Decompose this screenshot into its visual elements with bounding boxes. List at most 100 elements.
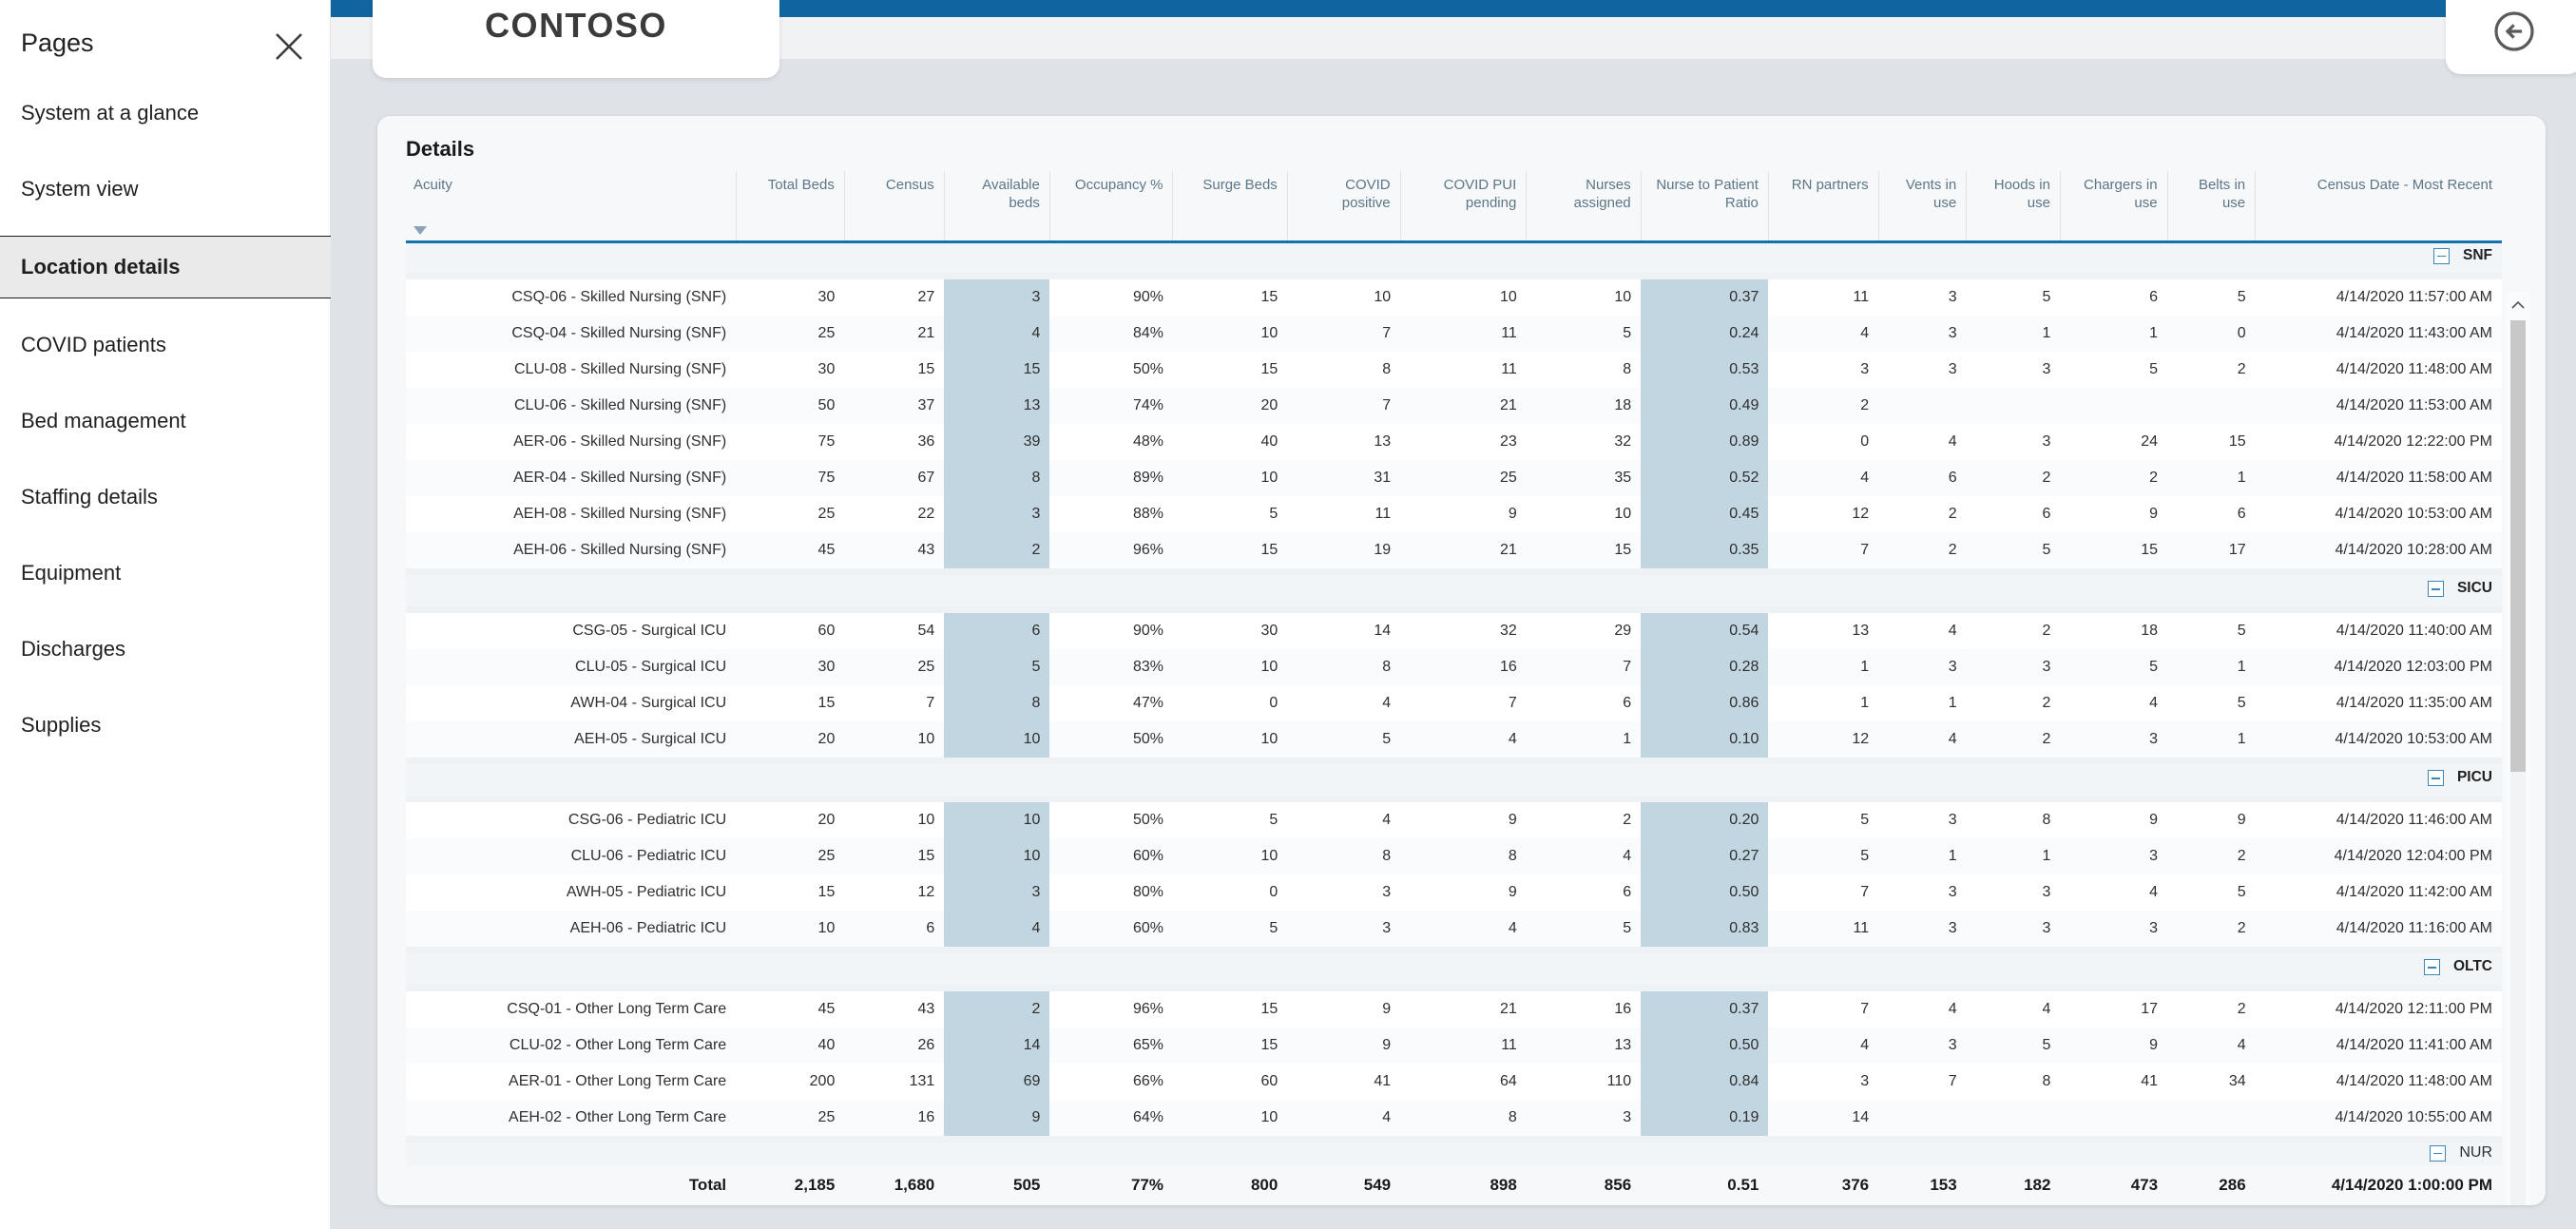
column-header-belts-in-use[interactable]: Belts in use [2166, 171, 2256, 243]
cell-covid-pui-pending: 4 [1400, 721, 1527, 758]
sidebar-item-staffing-details[interactable]: Staffing details [0, 475, 331, 519]
cell-acuity: CSQ-04 - Skilled Nursing (SNF) [406, 316, 737, 352]
column-header-available-beds[interactable]: Available beds [943, 171, 1050, 243]
cell-surge-beds: 10 [1172, 838, 1288, 874]
chevron-up-icon[interactable] [2506, 292, 2530, 317]
cell-rn-partners: 1 [1768, 649, 1879, 685]
column-header-surge-beds[interactable]: Surge Beds [1172, 171, 1288, 243]
cell-census-date: 4/14/2020 10:28:00 AM [2255, 532, 2502, 568]
cell-chargers-in-use: 2 [2060, 460, 2168, 496]
cell-nurse-patient-ratio: 0.50 [1641, 874, 1769, 911]
cell-surge-beds: 10 [1172, 721, 1288, 758]
cell-surge-beds: 10 [1172, 316, 1288, 352]
group-header-label: OLTC [2452, 958, 2492, 975]
cell-occupancy-pct: 50% [1049, 721, 1173, 758]
close-icon[interactable] [273, 30, 305, 63]
cell-acuity: AER-06 - Skilled Nursing (SNF) [406, 424, 737, 460]
table-row[interactable]: AEH-02 - Other Long Term Care 25 16 9 64% 10 4… [406, 1100, 2502, 1136]
table-row[interactable]: AEH-08 - Skilled Nursing (SNF) 25 22 3 88% 5 1… [406, 496, 2502, 532]
column-header-rn-partners[interactable]: RN partners [1767, 171, 1879, 243]
table-row[interactable]: AWH-05 - Pediatric ICU 15 12 3 80% 0 3 9 6 0.50 7 3… [406, 874, 2502, 911]
cell-covid-positive: 8 [1287, 838, 1401, 874]
cell-census: 25 [844, 649, 945, 685]
sidebar-item-system-at-a-glance[interactable]: System at a glance [0, 91, 331, 135]
table-row[interactable]: CLU-05 - Surgical ICU 30 25 5 83% 10 8 16 7 0.28 1… [406, 649, 2502, 685]
table-row[interactable]: AWH-04 - Surgical ICU 15 7 8 47% 0 4 7 6 0.86 1 1 2 4… [406, 685, 2502, 721]
cell-census-date: 4/14/2020 11:43:00 AM [2255, 316, 2502, 352]
group-header-row[interactable]: SICU [406, 575, 2502, 606]
table-vertical-scrollbar[interactable] [2506, 292, 2530, 1205]
table-row[interactable]: AEH-05 - Surgical ICU 20 10 10 50% 10 5 4 1 0.10 1… [406, 721, 2502, 758]
cell-acuity: AWH-04 - Surgical ICU [406, 685, 737, 721]
sidebar-item-system-view[interactable]: System view [0, 167, 331, 211]
table-row[interactable]: AEH-06 - Pediatric ICU 10 6 4 60% 5 3 4 5 0.83 11 3… [406, 911, 2502, 947]
table-row[interactable]: CLU-02 - Other Long Term Care 40 26 14 65% 15… [406, 1027, 2502, 1064]
sidebar-item-equipment[interactable]: Equipment [0, 551, 331, 595]
table-row[interactable]: AEH-06 - Skilled Nursing (SNF) 45 43 2 96% 15… [406, 532, 2502, 568]
table-row[interactable]: CLU-08 - Skilled Nursing (SNF) 30 15 15 50% 1… [406, 352, 2502, 388]
table-row[interactable]: AER-01 - Other Long Term Care 200 131 69 66%… [406, 1064, 2502, 1100]
cell-belts-in-use: 1 [2167, 721, 2256, 758]
table-row[interactable]: CSG-06 - Pediatric ICU 20 10 10 50% 5 4 9 2 0.20 5… [406, 802, 2502, 838]
table-row[interactable]: AER-04 - Skilled Nursing (SNF) 75 67 8 89% 10… [406, 460, 2502, 496]
column-header-nurses-assigned[interactable]: Nurses assigned [1526, 171, 1642, 243]
group-header-row[interactable]: OLTC [406, 953, 2502, 985]
sidebar-item-bed-management[interactable]: Bed management [0, 399, 331, 443]
cell-covid-positive: 41 [1287, 1064, 1401, 1100]
column-header-occupancy-pct[interactable]: Occupancy % [1048, 171, 1173, 243]
table-row[interactable]: CLU-06 - Pediatric ICU 25 15 10 60% 10 8 8 4 0.27… [406, 838, 2502, 874]
table-row[interactable]: CSQ-06 - Skilled Nursing (SNF) 30 27 3 90% 15… [406, 279, 2502, 316]
sidebar-item-supplies[interactable]: Supplies [0, 703, 331, 747]
cell-covid-pui-pending: 32 [1400, 613, 1527, 649]
column-header-covid-pui-pending[interactable]: COVID PUI pending [1399, 171, 1527, 243]
cell-covid-pui-pending: 21 [1400, 991, 1527, 1027]
column-header-nurse-patient-ratio[interactable]: Nurse to Patient Ratio [1640, 171, 1769, 243]
column-header-covid-positive[interactable]: COVID positive [1286, 171, 1401, 243]
group-header-label: NUR [2459, 1144, 2492, 1161]
sort-descending-icon[interactable] [413, 225, 427, 235]
column-header-chargers-in-use[interactable]: Chargers in use [2059, 171, 2168, 243]
sidebar-item-location-details[interactable]: Location details [0, 236, 331, 298]
cell-vents-in-use: 2 [1878, 496, 1967, 532]
cell-occupancy-pct: 84% [1049, 316, 1173, 352]
cell-available-beds: 8 [944, 460, 1050, 496]
cell-total-beds: 40 [736, 1027, 845, 1064]
column-header-hoods-in-use[interactable]: Hoods in use [1966, 171, 2061, 243]
table-row[interactable]: CLU-06 - Skilled Nursing (SNF) 50 37 13 74% 2… [406, 388, 2502, 424]
cell-nurses-assigned: 8 [1526, 352, 1642, 388]
sidebar-item-covid-patients[interactable]: COVID patients [0, 323, 331, 367]
column-header-census[interactable]: Census [843, 171, 945, 243]
cell-surge-beds: 5 [1172, 496, 1288, 532]
column-header-total-beds[interactable]: Total Beds [735, 171, 845, 243]
group-header-row[interactable]: PICU [406, 764, 2502, 796]
cell-occupancy-pct: 83% [1049, 649, 1173, 685]
collapse-group-icon[interactable] [2430, 1144, 2447, 1162]
cell-total-beds: 20 [736, 721, 845, 758]
cell-hoods-in-use: 3 [1966, 424, 2061, 460]
column-header-vents-in-use[interactable]: Vents in use [1877, 171, 1967, 243]
back-button[interactable] [2446, 0, 2576, 74]
collapse-group-icon[interactable] [2433, 247, 2450, 264]
column-header-census-date[interactable]: Census Date - Most Recent [2255, 171, 2502, 243]
collapse-group-icon[interactable] [2423, 958, 2440, 975]
table-row[interactable]: CSQ-01 - Other Long Term Care 45 43 2 96% 15 9… [406, 991, 2502, 1027]
scrollbar-thumb[interactable] [2510, 320, 2526, 772]
cell-nurses-assigned: 2 [1526, 802, 1642, 838]
table-row[interactable]: CSG-05 - Surgical ICU 60 54 6 90% 30 14 32 29 0.5… [406, 613, 2502, 649]
cell-covid-pui-pending: 23 [1400, 424, 1527, 460]
collapse-group-icon[interactable] [2427, 580, 2444, 597]
sidebar-item-discharges[interactable]: Discharges [0, 627, 331, 671]
group-header-row[interactable]: SNF [406, 241, 2502, 273]
group-header-label: PICU [2456, 769, 2492, 786]
cell-surge-beds: 0 [1172, 874, 1288, 911]
row-separator [406, 985, 2502, 991]
cell-total-beds: 15 [736, 874, 845, 911]
column-header-acuity[interactable]: Acuity [406, 171, 737, 243]
group-header-row[interactable]: NUR [406, 1143, 2502, 1166]
table-row[interactable]: CSQ-04 - Skilled Nursing (SNF) 25 21 4 84% 10… [406, 316, 2502, 352]
cell-rn-partners: 5 [1768, 802, 1879, 838]
table-row[interactable]: AER-06 - Skilled Nursing (SNF) 75 36 39 48% 4… [406, 424, 2502, 460]
cell-total-vents-in-use: 153 [1878, 1165, 1967, 1204]
collapse-group-icon[interactable] [2427, 769, 2444, 786]
cell-hoods-in-use: 5 [1966, 279, 2061, 316]
